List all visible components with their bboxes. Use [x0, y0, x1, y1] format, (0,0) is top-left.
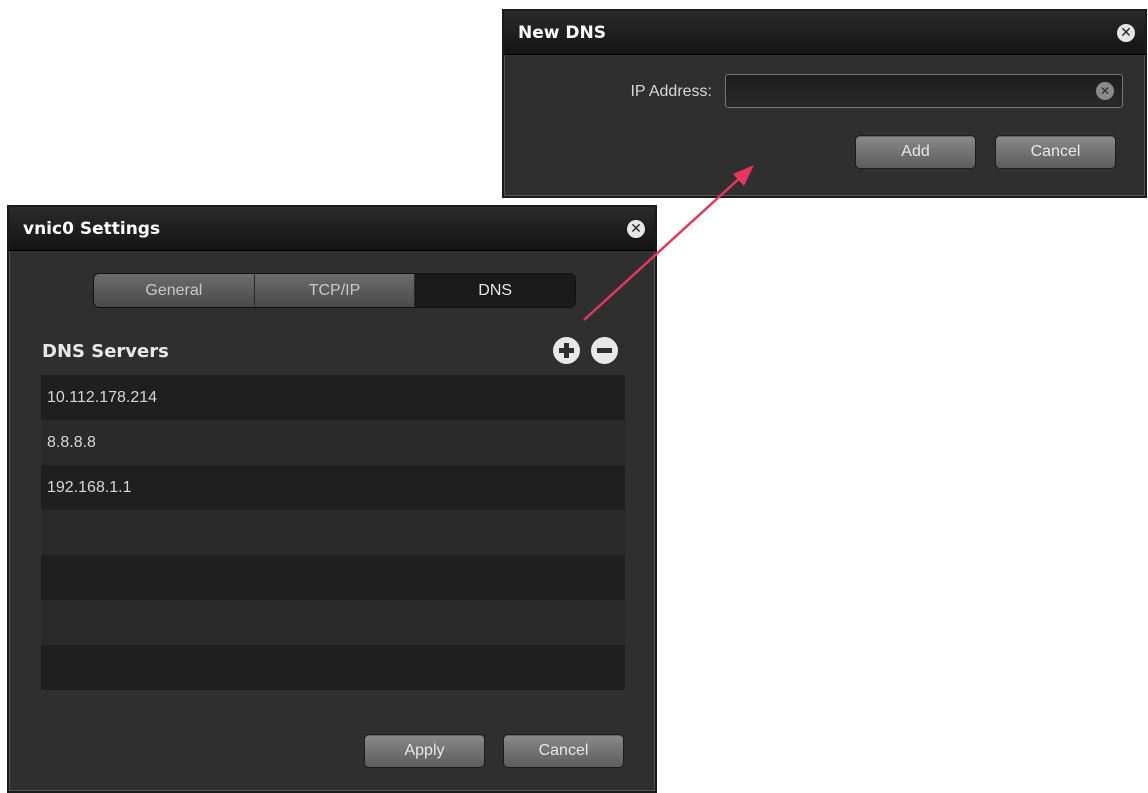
list-item[interactable]: 192.168.1.1 — [41, 465, 625, 510]
tab-dns[interactable]: DNS — [415, 274, 575, 307]
list-item[interactable] — [41, 600, 625, 645]
new-dns-dialog: New DNS ✕ IP Address: ✕ Add Cancel — [502, 9, 1147, 198]
list-item[interactable]: 8.8.8.8 — [41, 420, 625, 465]
vnic-settings-dialog: vnic0 Settings ✕ General TCP/IP DNS DNS … — [7, 205, 657, 793]
ip-address-input[interactable]: ✕ — [725, 74, 1123, 108]
dns-servers-heading: DNS Servers — [42, 341, 169, 362]
new-dns-cancel-button[interactable]: Cancel — [995, 135, 1116, 169]
list-item[interactable] — [41, 510, 625, 555]
apply-button[interactable]: Apply — [364, 734, 485, 768]
plus-circle-icon[interactable] — [553, 337, 580, 364]
add-button[interactable]: Add — [855, 135, 976, 169]
new-dns-title: New DNS — [518, 22, 606, 43]
close-icon[interactable]: ✕ — [1117, 23, 1135, 42]
tab-general[interactable]: General — [94, 274, 255, 307]
minus-circle-icon[interactable] — [591, 337, 618, 364]
vnic-settings-titlebar: vnic0 Settings ✕ — [9, 207, 655, 251]
clear-input-icon[interactable]: ✕ — [1096, 82, 1114, 100]
close-icon[interactable]: ✕ — [627, 219, 645, 238]
new-dns-titlebar: New DNS ✕ — [504, 11, 1145, 55]
dns-server-list: 10.112.178.214 8.8.8.8 192.168.1.1 — [41, 375, 625, 690]
list-item[interactable] — [41, 645, 625, 690]
vnic-settings-title: vnic0 Settings — [23, 218, 161, 239]
tab-tcp-ip[interactable]: TCP/IP — [254, 274, 416, 307]
ip-address-label: IP Address: — [630, 83, 712, 100]
vnic-cancel-button[interactable]: Cancel — [503, 734, 624, 768]
list-item[interactable] — [41, 555, 625, 600]
settings-tabs: General TCP/IP DNS — [93, 273, 576, 308]
list-item[interactable]: 10.112.178.214 — [41, 375, 625, 420]
